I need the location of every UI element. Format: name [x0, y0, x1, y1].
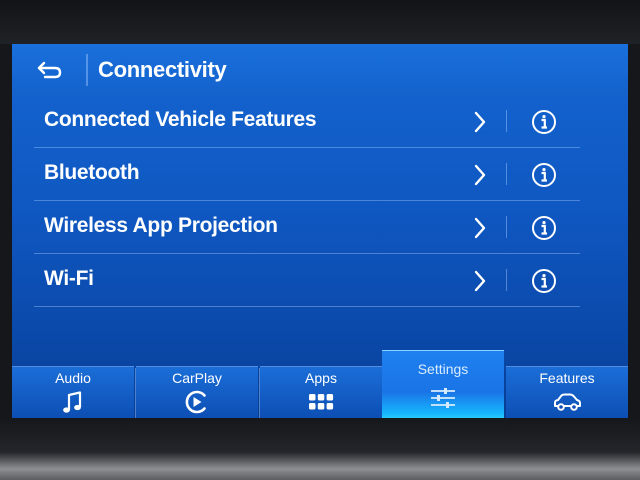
display-bezel-top [0, 0, 640, 44]
display-bezel-right [628, 44, 640, 418]
row-divider [34, 200, 580, 201]
car-icon [554, 393, 581, 411]
info-icon[interactable] [530, 108, 558, 136]
row-divider [34, 147, 580, 148]
tab-label: Audio [55, 370, 91, 386]
row-divider [34, 253, 580, 254]
display-bezel-left [0, 44, 12, 418]
tab-apps[interactable]: Apps [260, 366, 382, 418]
tab-features[interactable]: Features [506, 366, 628, 418]
menu-item-wi-fi[interactable]: Wi-Fi [34, 255, 580, 307]
infotainment-screen: Connectivity Connected Vehicle Features … [12, 44, 628, 418]
row-separator [506, 163, 507, 185]
carplay-icon [185, 390, 206, 414]
header-divider [86, 54, 88, 86]
menu-item-connected-vehicle-features[interactable]: Connected Vehicle Features [34, 96, 580, 148]
tab-settings[interactable]: Settings [382, 350, 504, 418]
tab-audio[interactable]: Audio [12, 366, 134, 418]
settings-sliders-icon [431, 388, 455, 408]
back-arrow-icon [37, 61, 62, 79]
row-separator [506, 110, 507, 132]
back-button[interactable] [28, 52, 72, 88]
chevron-right-icon [474, 111, 486, 133]
tab-label: Features [539, 370, 595, 386]
bottom-tab-bar: Audio CarPlay Apps Settings Features [12, 350, 628, 418]
music-note-icon [63, 391, 82, 413]
page-title: Connectivity [98, 57, 227, 82]
row-separator [506, 216, 507, 238]
menu-item-label: Connected Vehicle Features [44, 108, 317, 131]
row-separator [506, 269, 507, 291]
menu-item-wireless-app-projection[interactable]: Wireless App Projection [34, 202, 580, 254]
apps-grid-icon [309, 394, 334, 410]
tab-label: Settings [417, 361, 469, 377]
chevron-right-icon [474, 164, 486, 186]
menu-item-label: Wireless App Projection [44, 214, 278, 237]
menu-item-label: Bluetooth [44, 161, 140, 184]
tab-label: Apps [305, 370, 337, 386]
tab-carplay[interactable]: CarPlay [136, 366, 258, 418]
menu-item-label: Wi-Fi [44, 267, 94, 290]
info-icon[interactable] [530, 214, 558, 242]
tab-label: CarPlay [172, 370, 222, 386]
header-bar: Connectivity [12, 44, 628, 96]
row-divider [34, 306, 580, 307]
info-icon[interactable] [530, 267, 558, 295]
chevron-right-icon [474, 270, 486, 292]
chevron-right-icon [474, 217, 486, 239]
display-bezel-bottom [0, 418, 640, 480]
info-icon[interactable] [530, 161, 558, 189]
menu-item-bluetooth[interactable]: Bluetooth [34, 149, 580, 201]
